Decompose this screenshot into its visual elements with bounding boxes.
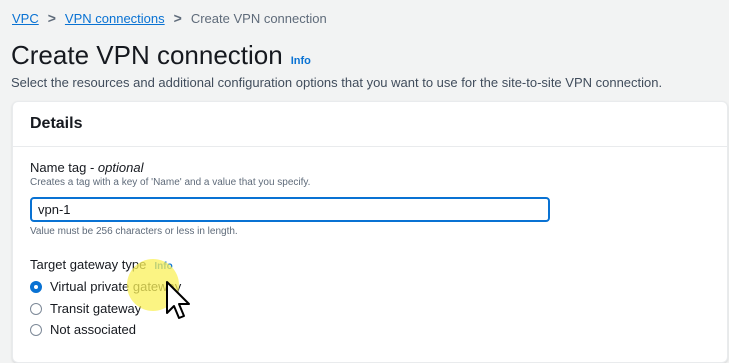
radio-label: Not associated [50,322,136,337]
title-row: Create VPN connection Info [11,40,311,71]
radio-label: Virtual private gateway [50,279,182,294]
chevron-right-icon: > [47,10,56,26]
optional-label: optional [97,160,144,175]
page-info-link[interactable]: Info [291,55,311,67]
name-tag-label: Name tag - optional [30,160,144,175]
radio-checked-icon[interactable] [30,280,42,293]
breadcrumb-link-vpn-connections[interactable]: VPN connections [65,11,165,26]
target-gateway-info-link[interactable]: Info [154,261,172,272]
details-panel-header: Details [13,102,727,147]
chevron-right-icon: > [173,10,182,26]
name-tag-field: Name tag - optional Creates a tag with a… [30,160,310,188]
breadcrumb-link-vpc[interactable]: VPC [12,11,39,26]
radio-label: Transit gateway [50,301,142,316]
target-gateway-label: Target gateway type [30,257,147,272]
details-panel: Details Name tag - optional Creates a ta… [12,101,728,363]
page-title: Create VPN connection [11,40,283,70]
page-description: Select the resources and additional conf… [11,75,663,90]
radio-virtual-private-gateway[interactable]: Virtual private gateway [30,279,181,294]
name-tag-input[interactable] [30,197,550,222]
radio-unchecked-icon[interactable] [30,302,42,315]
breadcrumb: VPC > VPN connections > Create VPN conne… [12,10,327,26]
name-tag-hint: Creates a tag with a key of 'Name' and a… [30,177,311,188]
breadcrumb-current: Create VPN connection [190,10,327,26]
name-tag-constraint: Value must be 256 characters or less in … [30,226,238,237]
target-gateway-label-row: Target gateway type Info [30,257,173,272]
details-panel-title: Details [30,115,83,132]
radio-not-associated[interactable]: Not associated [30,322,136,337]
radio-transit-gateway[interactable]: Transit gateway [30,301,141,316]
radio-unchecked-icon[interactable] [30,323,42,336]
